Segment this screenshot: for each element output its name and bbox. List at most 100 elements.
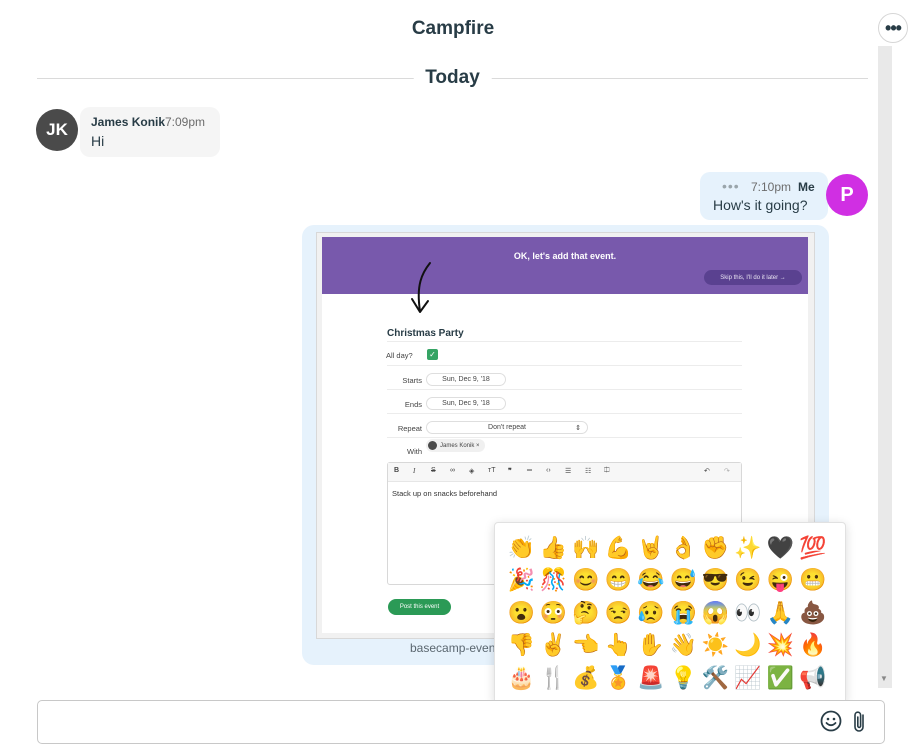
emoji-option[interactable]: ✌️: [537, 629, 569, 661]
emoji-option[interactable]: 🛠️: [699, 662, 731, 694]
emoji-option[interactable]: 📈: [732, 662, 764, 694]
emoji-option[interactable]: 💪: [602, 532, 634, 564]
paperclip-icon[interactable]: [850, 709, 870, 735]
horizontal-rule-icon: ═: [527, 467, 532, 474]
divider: [387, 413, 742, 414]
message-text: How's it going?: [713, 197, 808, 213]
italic-icon: I: [413, 467, 416, 475]
emoji-option[interactable]: 🚨: [635, 662, 667, 694]
emoji-option[interactable]: 😎: [699, 564, 731, 596]
emoji-option[interactable]: 👏: [505, 532, 537, 564]
message-time[interactable]: 7:10pm: [751, 180, 791, 194]
preview-with-value: James Konik ×: [440, 442, 480, 449]
bullet-list-icon: ☰: [565, 468, 572, 475]
more-options-button[interactable]: •••: [878, 13, 908, 43]
emoji-option[interactable]: ✅: [764, 662, 796, 694]
scroll-down-icon[interactable]: ▼: [880, 674, 888, 683]
select-arrows-icon: ⇕: [575, 424, 581, 432]
emoji-option[interactable]: 💥: [764, 629, 796, 661]
code-icon: ‹›: [546, 467, 551, 474]
message-composer: [37, 700, 885, 744]
day-divider: Today: [37, 66, 868, 90]
emoji-option[interactable]: 🎂: [505, 662, 537, 694]
emoji-option[interactable]: 😬: [797, 564, 829, 596]
emoji-option[interactable]: 👆: [602, 629, 634, 661]
ellipsis-icon: •••: [885, 18, 902, 38]
emoji-option[interactable]: ✨: [732, 532, 764, 564]
emoji-option[interactable]: 😮: [505, 597, 537, 629]
emoji-option[interactable]: 😜: [764, 564, 796, 596]
emoji-option[interactable]: 😊: [570, 564, 602, 596]
bold-icon: B: [394, 467, 400, 474]
emoji-option[interactable]: 😉: [732, 564, 764, 596]
emoji-option[interactable]: 👌: [667, 532, 699, 564]
message-author[interactable]: James Konik: [91, 115, 165, 129]
emoji-option[interactable]: 👈: [570, 629, 602, 661]
emoji-option[interactable]: ☀️: [699, 629, 731, 661]
emoji-option[interactable]: 💡: [667, 662, 699, 694]
emoji-option[interactable]: 🏅: [602, 662, 634, 694]
checkbox-icon: ✓: [427, 349, 438, 360]
emoji-option[interactable]: 😂: [635, 564, 667, 596]
message-author[interactable]: Me: [798, 180, 815, 194]
preview-repeat-value: Don't repeat: [488, 424, 526, 431]
emoji-option[interactable]: 🔥: [797, 629, 829, 661]
emoji-option[interactable]: 🤔: [570, 597, 602, 629]
preview-editor-toolbar: B I S ∞ ◈ ᴛT ❞ ═ ‹› ☰ ☷ ⎅ ↶ ↷: [388, 463, 741, 482]
emoji-option[interactable]: 🙌: [570, 532, 602, 564]
emoji-option[interactable]: ✋: [635, 629, 667, 661]
emoji-option[interactable]: 💰: [570, 662, 602, 694]
preview-ends-label: Ends: [404, 400, 422, 409]
preview-starts-value: Sun, Dec 9, '18: [426, 373, 506, 386]
emoji-option[interactable]: 📢: [797, 662, 829, 694]
emoji-grid: 👏 👍 🙌 💪 🤘 👌 ✊ ✨ 🖤 💯 🎉 🎊 😊 😁 😂 😅 😎 😉 😜 😬 😮 😳 🤔 😒 😥 😭 😱 👀 🙏 💩 👎 ✌️ 👈 👆 ✋ 👋 ☀️ 🌙…: [505, 532, 829, 694]
preview-starts-label: Starts: [402, 376, 422, 385]
numbered-list-icon: ☷: [585, 468, 592, 475]
emoji-option[interactable]: 😅: [667, 564, 699, 596]
emoji-option[interactable]: 👍: [537, 532, 569, 564]
emoji-option[interactable]: 😒: [602, 597, 634, 629]
emoji-option[interactable]: 💯: [797, 532, 829, 564]
emoji-option[interactable]: 🤘: [635, 532, 667, 564]
preview-event-title: Christmas Party: [387, 328, 464, 339]
quote-icon: ❞: [508, 468, 512, 475]
preview-with-chip: James Konik ×: [426, 439, 485, 452]
emoji-option[interactable]: 👀: [732, 597, 764, 629]
emoji-option[interactable]: 💩: [797, 597, 829, 629]
avatar[interactable]: JK: [36, 109, 78, 151]
attachment-filename[interactable]: basecamp-even: [410, 641, 495, 655]
day-label: Today: [413, 66, 492, 90]
preview-banner-title: OK, let's add that event.: [513, 251, 617, 261]
strikethrough-icon: S: [431, 467, 436, 474]
preview-notes: Stack up on snacks beforehand: [392, 489, 498, 498]
message-bubble: ••• 7:10pm Me How's it going?: [700, 172, 828, 220]
emoji-option[interactable]: 🍴: [537, 662, 569, 694]
emoji-option[interactable]: 👋: [667, 629, 699, 661]
divider: [387, 341, 742, 342]
emoji-option[interactable]: 👎: [505, 629, 537, 661]
emoji-option[interactable]: 😁: [602, 564, 634, 596]
emoji-option[interactable]: 🎊: [537, 564, 569, 596]
preview-repeat-label: Repeat: [397, 424, 422, 433]
paperclip-icon: ⎅: [604, 467, 610, 474]
avatar[interactable]: P: [826, 174, 868, 216]
emoji-option[interactable]: ✊: [699, 532, 731, 564]
preview-ends-value: Sun, Dec 9, '18: [426, 397, 506, 410]
preview-with-label: With: [407, 447, 422, 456]
emoji-option[interactable]: 🙏: [764, 597, 796, 629]
page-title: Campfire: [411, 18, 495, 39]
emoji-option[interactable]: 😥: [635, 597, 667, 629]
smiley-icon[interactable]: [819, 709, 843, 733]
emoji-option[interactable]: 😭: [667, 597, 699, 629]
emoji-option[interactable]: 😱: [699, 597, 731, 629]
message-time[interactable]: 7:09pm: [165, 115, 205, 129]
emoji-option[interactable]: 🎉: [505, 564, 537, 596]
redo-icon: ↷: [724, 468, 730, 475]
message-actions-icon[interactable]: •••: [722, 178, 740, 194]
emoji-option[interactable]: 🖤: [764, 532, 796, 564]
message-input[interactable]: [38, 701, 822, 743]
emoji-option[interactable]: 🌙: [732, 629, 764, 661]
message-text: Hi: [91, 133, 105, 149]
scrollbar[interactable]: [878, 46, 892, 688]
emoji-option[interactable]: 😳: [537, 597, 569, 629]
